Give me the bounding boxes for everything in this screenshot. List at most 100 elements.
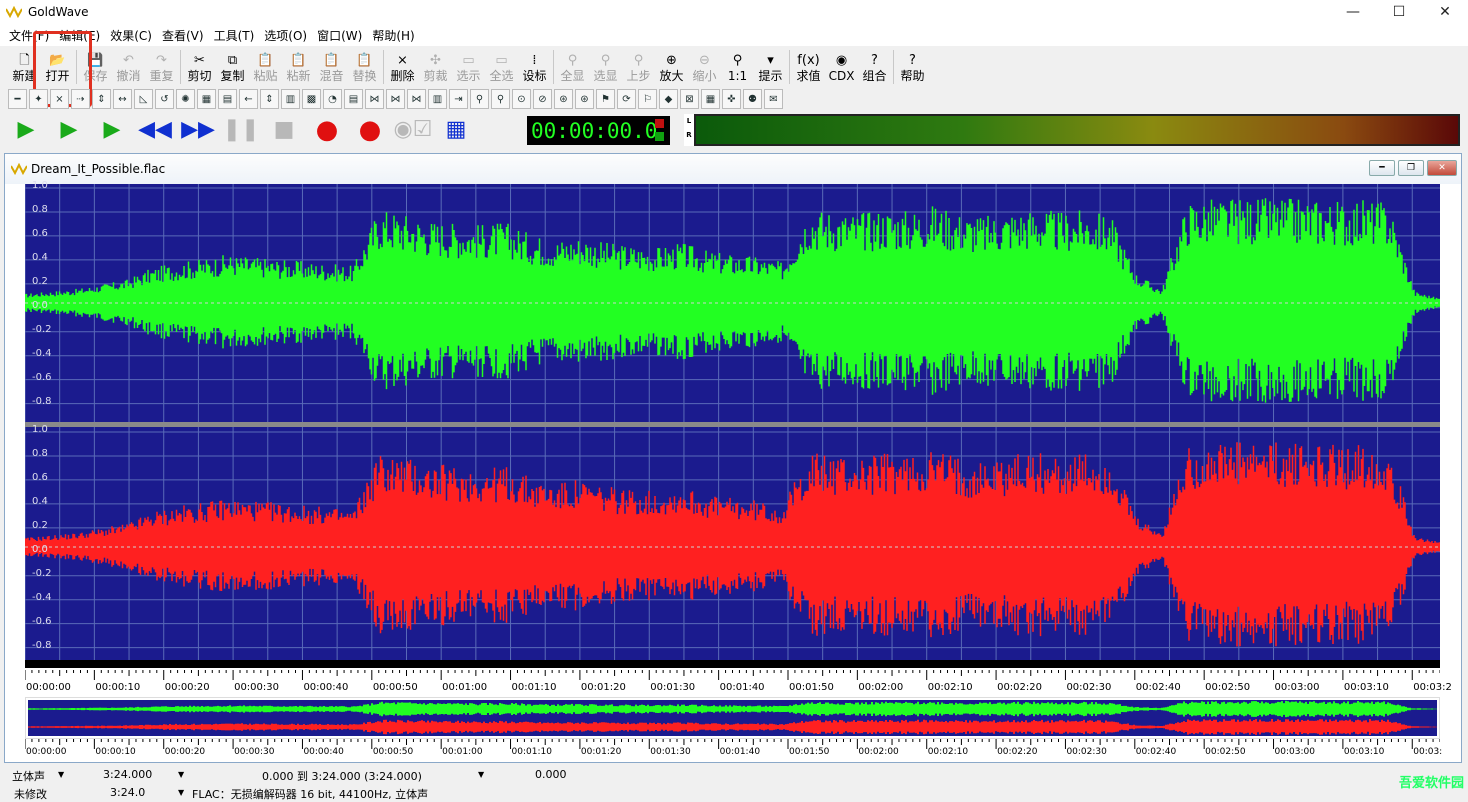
toolbar-button-zoom-1-1[interactable]: ⚲ 1:1 (721, 49, 754, 85)
toolbar-button-delete[interactable]: ⨯ 删除 (386, 49, 419, 85)
menu-item-4[interactable]: 工具(T) (209, 27, 260, 44)
time-display: 00:00:00.0 (527, 116, 670, 145)
effect-button-19-icon[interactable]: ⋈ (407, 89, 426, 109)
toolbar-button-redo[interactable]: ↷ 重复 (145, 49, 178, 85)
effect-button-33-icon[interactable]: ▦ (701, 89, 720, 109)
close-button[interactable]: ✕ (1422, 0, 1468, 24)
menu-item-5[interactable]: 选项(O) (259, 27, 312, 44)
effect-button-4-icon[interactable]: ⇕ (92, 89, 111, 109)
effect-button-7-icon[interactable]: ↺ (155, 89, 174, 109)
maximize-button[interactable]: ☐ (1376, 0, 1422, 24)
effect-button-35-icon[interactable]: ⚉ (743, 89, 762, 109)
fast-forward-button[interactable]: ▶▶ (180, 115, 216, 145)
toolbar-button-paste[interactable]: 📋 粘贴 (249, 49, 282, 85)
effect-button-30-icon[interactable]: ⚐ (638, 89, 657, 109)
effect-button-12-icon[interactable]: ⇕ (260, 89, 279, 109)
selection-dropdown-icon[interactable]: ▼ (478, 770, 484, 779)
minimize-button[interactable]: — (1330, 0, 1376, 24)
channel-mode-dropdown-icon[interactable]: ▼ (58, 770, 64, 779)
toolbar-button-show-selection[interactable]: ⚲ 选显 (589, 49, 622, 85)
menu-item-7[interactable]: 帮助(H) (367, 27, 419, 44)
length2-dropdown-icon[interactable]: ▼ (178, 788, 184, 797)
effect-button-13-icon[interactable]: ▥ (281, 89, 300, 109)
effect-button-32-icon[interactable]: ⊠ (680, 89, 699, 109)
toolbar-button-zoom-in[interactable]: ⊕ 放大 (655, 49, 688, 85)
effect-button-21-icon[interactable]: ⇥ (449, 89, 468, 109)
effect-button-23-icon[interactable]: ⚲ (491, 89, 510, 109)
effect-button-29-icon[interactable]: ⟳ (617, 89, 636, 109)
effect-button-28-icon[interactable]: ⚑ (596, 89, 615, 109)
toolbar-button-set-marker[interactable]: ⁞ 设标 (518, 49, 551, 85)
toolbar-button-replace[interactable]: 📋 替换 (348, 49, 381, 85)
menu-item-6[interactable]: 窗口(W) (312, 27, 367, 44)
stop-button[interactable]: ■ (266, 115, 302, 145)
doc-minimize-button[interactable]: ━ (1369, 160, 1395, 176)
effect-button-24-icon[interactable]: ⊙ (512, 89, 531, 109)
timeline-label: 00:02:00 (858, 747, 899, 757)
play-button[interactable]: ▶ (8, 115, 44, 145)
toolbar-button-cue[interactable]: ▾ 提示 (754, 49, 787, 85)
toolbar-button-show-all[interactable]: ⚲ 全显 (556, 49, 589, 85)
play-from-cursor-button[interactable]: ▶ (94, 115, 130, 145)
toolbar-button-trim[interactable]: ✣ 剪裁 (419, 49, 452, 85)
record-new-button[interactable]: ● (352, 115, 388, 145)
effect-button-6-icon[interactable]: ◺ (134, 89, 153, 109)
timeline-label: 00:01:00 (442, 747, 483, 757)
effect-button-11-icon[interactable]: ← (239, 89, 258, 109)
toolbar-button-zoom-out[interactable]: ⊖ 缩小 (688, 49, 721, 85)
toolbar-button-combine[interactable]: ? 组合 (858, 49, 891, 85)
toolbar-button-copy[interactable]: ⧉ 复制 (216, 49, 249, 85)
y-tick-label: 0.0 (32, 543, 48, 555)
toolbar-button-select-view[interactable]: ▭ 选示 (452, 49, 485, 85)
doc-restore-button[interactable]: ❐ (1398, 160, 1424, 176)
record-button[interactable]: ● (309, 115, 345, 145)
monitor-toggle[interactable]: ◉☑ (394, 115, 433, 145)
new-file-icon: 🗋 (19, 53, 30, 68)
toolbar-button-expression[interactable]: f(x) 求值 (792, 49, 825, 85)
effect-button-9-icon[interactable]: ▦ (197, 89, 216, 109)
toolbar-button-select-all[interactable]: ▭ 全选 (485, 49, 518, 85)
effect-button-27-icon[interactable]: ⊛ (575, 89, 594, 109)
effect-button-2-icon[interactable]: ⨯ (50, 89, 69, 109)
play-selection-button[interactable]: ▶ (51, 115, 87, 145)
effect-button-36-icon[interactable]: ✉ (764, 89, 783, 109)
pause-button[interactable]: ❚❚ (223, 115, 260, 145)
timeline-label: 00:00:40 (303, 682, 349, 693)
toolbar-button-cd-extract[interactable]: ◉ CDX (825, 49, 858, 85)
menu-item-2[interactable]: 效果(C) (105, 27, 157, 44)
effect-button-34-icon[interactable]: ✜ (722, 89, 741, 109)
effect-button-3-icon[interactable]: ⇢ (71, 89, 90, 109)
toolbar-button-previous-zoom[interactable]: ⚲ 上步 (622, 49, 655, 85)
toolbar-button-undo[interactable]: ↶ 撤消 (112, 49, 145, 85)
effect-button-15-icon[interactable]: ◔ (323, 89, 342, 109)
status-channel-mode[interactable]: 立体声 (12, 768, 45, 784)
overview-left-waveform (27, 700, 1437, 718)
overview-pane[interactable] (25, 697, 1440, 739)
timeline-ruler[interactable]: 00:00:00 00:00:10 00:00:20 00:00:30 00:00:40… (24, 670, 1452, 696)
effect-button-17-icon[interactable]: ⋈ (365, 89, 384, 109)
effect-button-18-icon[interactable]: ⋈ (386, 89, 405, 109)
effect-button-31-icon[interactable]: ◆ (659, 89, 678, 109)
toolbar-button-mix[interactable]: 📋 混音 (315, 49, 348, 85)
overview-waveform (27, 700, 1437, 736)
effect-button-5-icon[interactable]: ↔ (113, 89, 132, 109)
effect-button-14-icon[interactable]: ▩ (302, 89, 321, 109)
control-panel-button[interactable]: ▦ (438, 115, 474, 145)
effect-button-22-icon[interactable]: ⚲ (470, 89, 489, 109)
toolbar-button-paste-new[interactable]: 📋 粘新 (282, 49, 315, 85)
effect-button-20-icon[interactable]: ▥ (428, 89, 447, 109)
toolbar-button-cut[interactable]: ✂ 剪切 (183, 49, 216, 85)
doc-close-button[interactable]: ✕ (1427, 160, 1457, 176)
waveform-area[interactable] (25, 184, 1440, 668)
menu-item-3[interactable]: 查看(V) (157, 27, 209, 44)
effect-button-10-icon[interactable]: ▤ (218, 89, 237, 109)
effect-button-0-icon[interactable]: ━ (8, 89, 27, 109)
effect-button-16-icon[interactable]: ▤ (344, 89, 363, 109)
length-dropdown-icon[interactable]: ▼ (178, 770, 184, 779)
effect-button-25-icon[interactable]: ⊘ (533, 89, 552, 109)
rewind-button[interactable]: ◀◀ (137, 115, 173, 145)
effect-button-26-icon[interactable]: ⊛ (554, 89, 573, 109)
effect-button-8-icon[interactable]: ✺ (176, 89, 195, 109)
toolbar-button-help[interactable]: ? 帮助 (896, 49, 929, 85)
effect-button-1-icon[interactable]: ✦ (29, 89, 48, 109)
